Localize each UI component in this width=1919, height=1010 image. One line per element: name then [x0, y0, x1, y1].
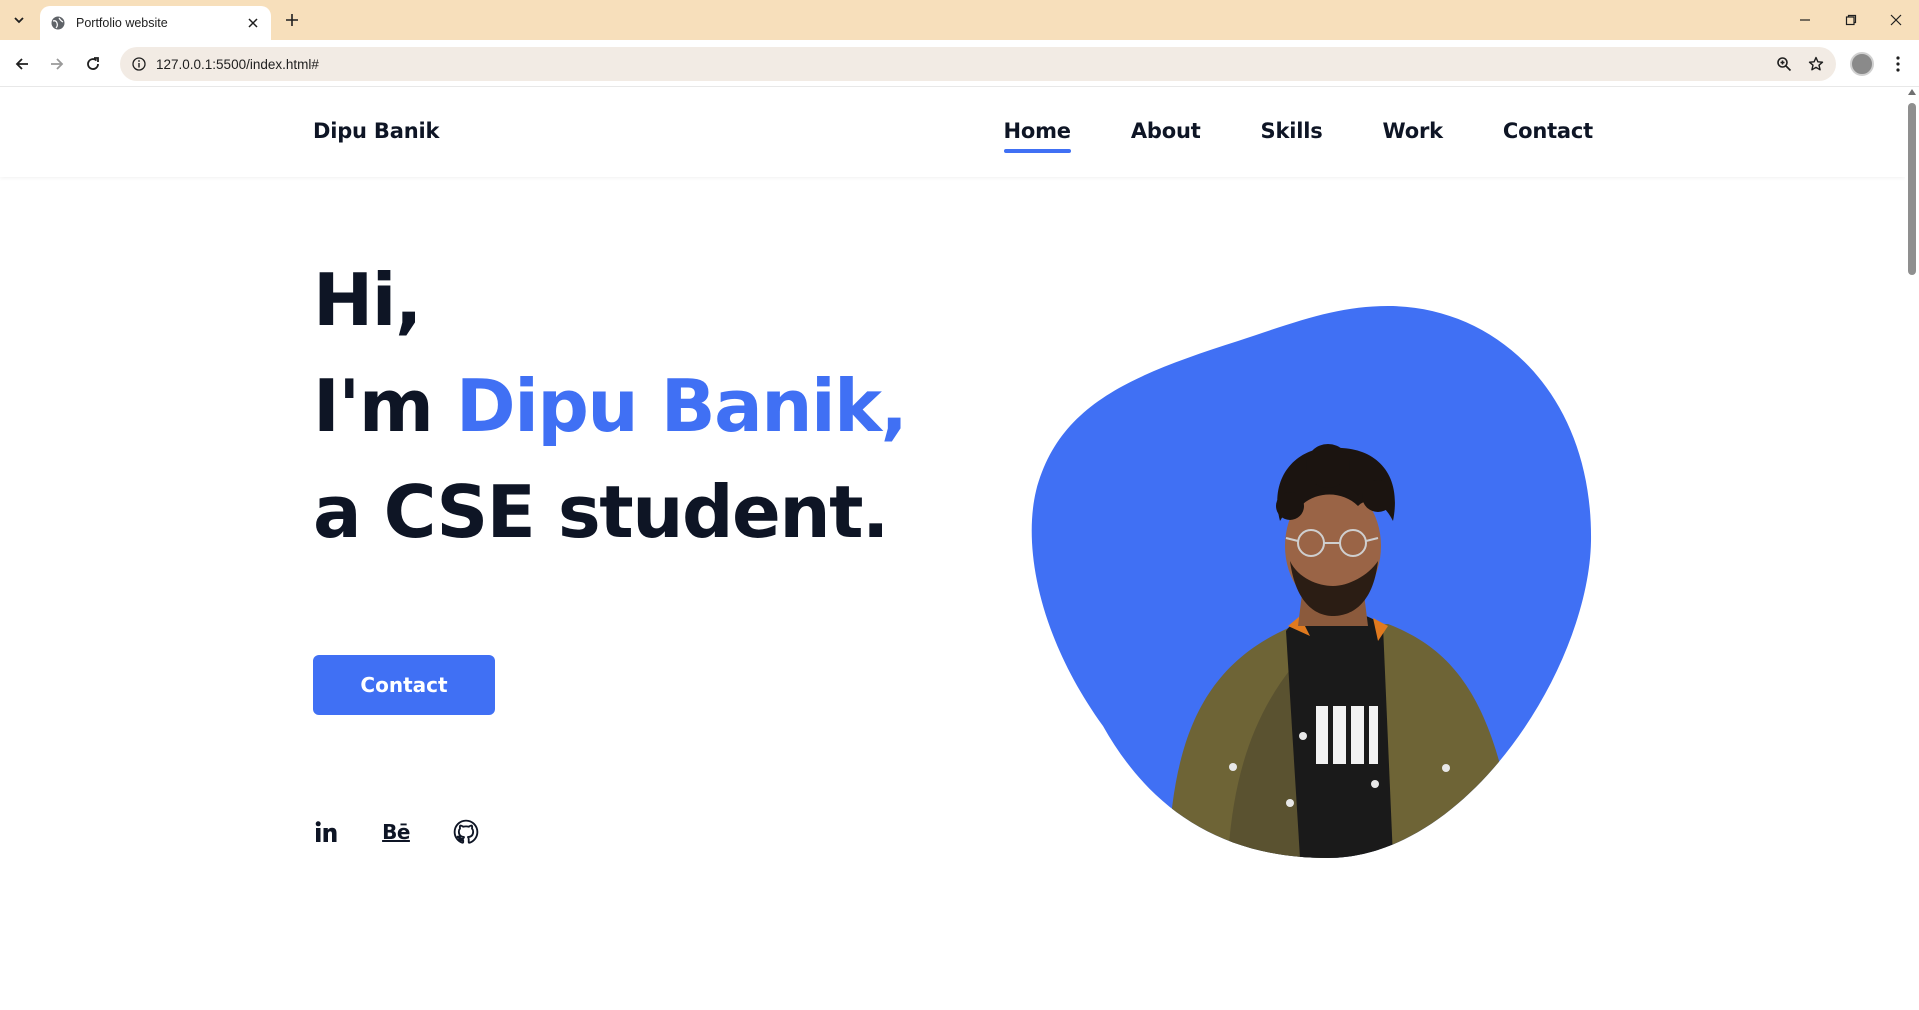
browser-tab-strip: Portfolio website [0, 0, 1919, 40]
hero-heading: Hi, I'm Dipu Banik, a CSE student. [313, 247, 908, 565]
globe-icon [50, 15, 66, 31]
behance-icon-text: Bē [382, 820, 410, 844]
github-icon[interactable] [453, 818, 479, 846]
hero-greeting: Hi, [313, 258, 422, 342]
site-logo[interactable]: Dipu Banik [313, 119, 439, 143]
behance-icon[interactable]: Bē [382, 818, 410, 846]
profile-photo [1031, 306, 1592, 858]
zoom-icon[interactable] [1768, 48, 1800, 80]
nav-link-contact[interactable]: Contact [1503, 119, 1593, 153]
social-links: Bē [313, 818, 479, 846]
nav-link-about[interactable]: About [1131, 119, 1201, 153]
reload-icon[interactable] [79, 50, 107, 78]
kebab-menu-icon[interactable] [1884, 50, 1912, 78]
tab-list-icon[interactable] [6, 7, 32, 33]
browser-toolbar: 127.0.0.1:5500/index.html# [0, 40, 1919, 87]
star-icon[interactable] [1800, 48, 1832, 80]
close-icon[interactable] [243, 13, 263, 33]
main-nav: Home About Skills Work Contact [944, 119, 1593, 153]
hero-intro-prefix: I'm [313, 364, 456, 448]
nav-link-skills[interactable]: Skills [1261, 119, 1323, 153]
scroll-up-arrow-icon[interactable] [1908, 89, 1916, 95]
hero-intro: I'm Dipu Banik, [313, 353, 908, 459]
info-icon[interactable] [122, 47, 156, 81]
contact-button[interactable]: Contact [313, 655, 495, 715]
scroll-thumb[interactable] [1908, 103, 1916, 275]
nav-link-home[interactable]: Home [1003, 119, 1072, 153]
forward-arrow-icon[interactable] [43, 50, 71, 78]
site-header: Dipu Banik Home About Skills Work Contac… [0, 87, 1905, 177]
page-scrollbar[interactable] [1905, 87, 1919, 1010]
browser-tab[interactable]: Portfolio website [40, 6, 271, 40]
hero-role: a CSE student. [313, 470, 889, 554]
tab-title: Portfolio website [76, 16, 168, 30]
window-close-icon[interactable] [1879, 6, 1913, 34]
url-text[interactable]: 127.0.0.1:5500/index.html# [156, 57, 1768, 72]
nav-link-work[interactable]: Work [1383, 119, 1444, 153]
minimize-icon[interactable] [1788, 6, 1822, 34]
hero-image-blob [1028, 306, 1593, 858]
linkedin-icon[interactable] [313, 818, 339, 846]
profile-avatar[interactable] [1850, 52, 1874, 76]
page-viewport: Dipu Banik Home About Skills Work Contac… [0, 87, 1905, 1010]
hero-name: Dipu Banik, [455, 364, 908, 448]
plus-icon[interactable] [280, 8, 304, 32]
address-bar[interactable]: 127.0.0.1:5500/index.html# [120, 47, 1836, 81]
restore-icon[interactable] [1834, 6, 1868, 34]
back-arrow-icon[interactable] [8, 50, 36, 78]
